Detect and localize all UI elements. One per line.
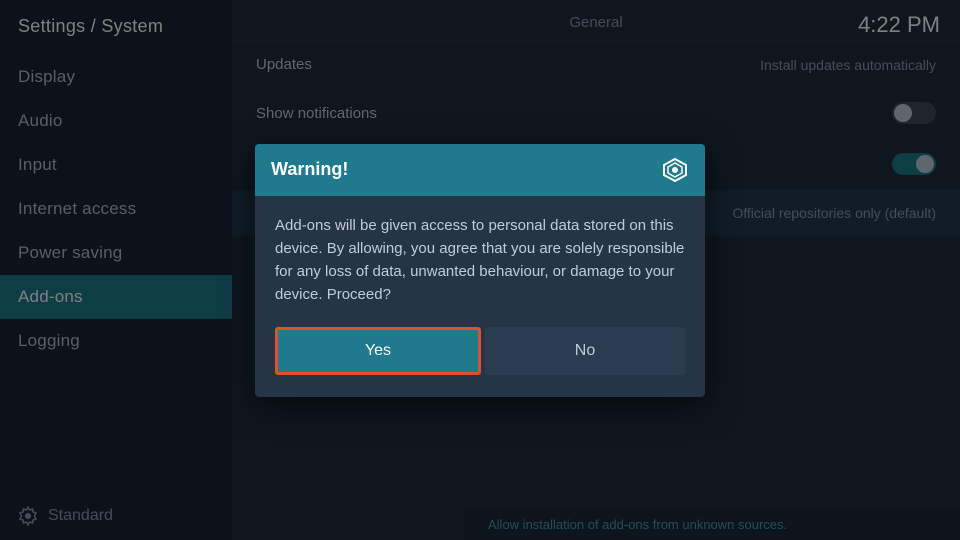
- dialog-message: Add-ons will be given access to personal…: [275, 214, 685, 307]
- dialog-title: Warning!: [271, 159, 348, 180]
- kodi-icon: [661, 156, 689, 184]
- dialog-buttons: Yes No: [275, 327, 685, 375]
- warning-dialog: Warning! Add-ons will be given access to…: [255, 144, 705, 397]
- modal-overlay: Warning! Add-ons will be given access to…: [0, 0, 960, 540]
- no-button[interactable]: No: [485, 327, 685, 375]
- yes-button[interactable]: Yes: [275, 327, 481, 375]
- dialog-body: Add-ons will be given access to personal…: [255, 196, 705, 397]
- dialog-header: Warning!: [255, 144, 705, 196]
